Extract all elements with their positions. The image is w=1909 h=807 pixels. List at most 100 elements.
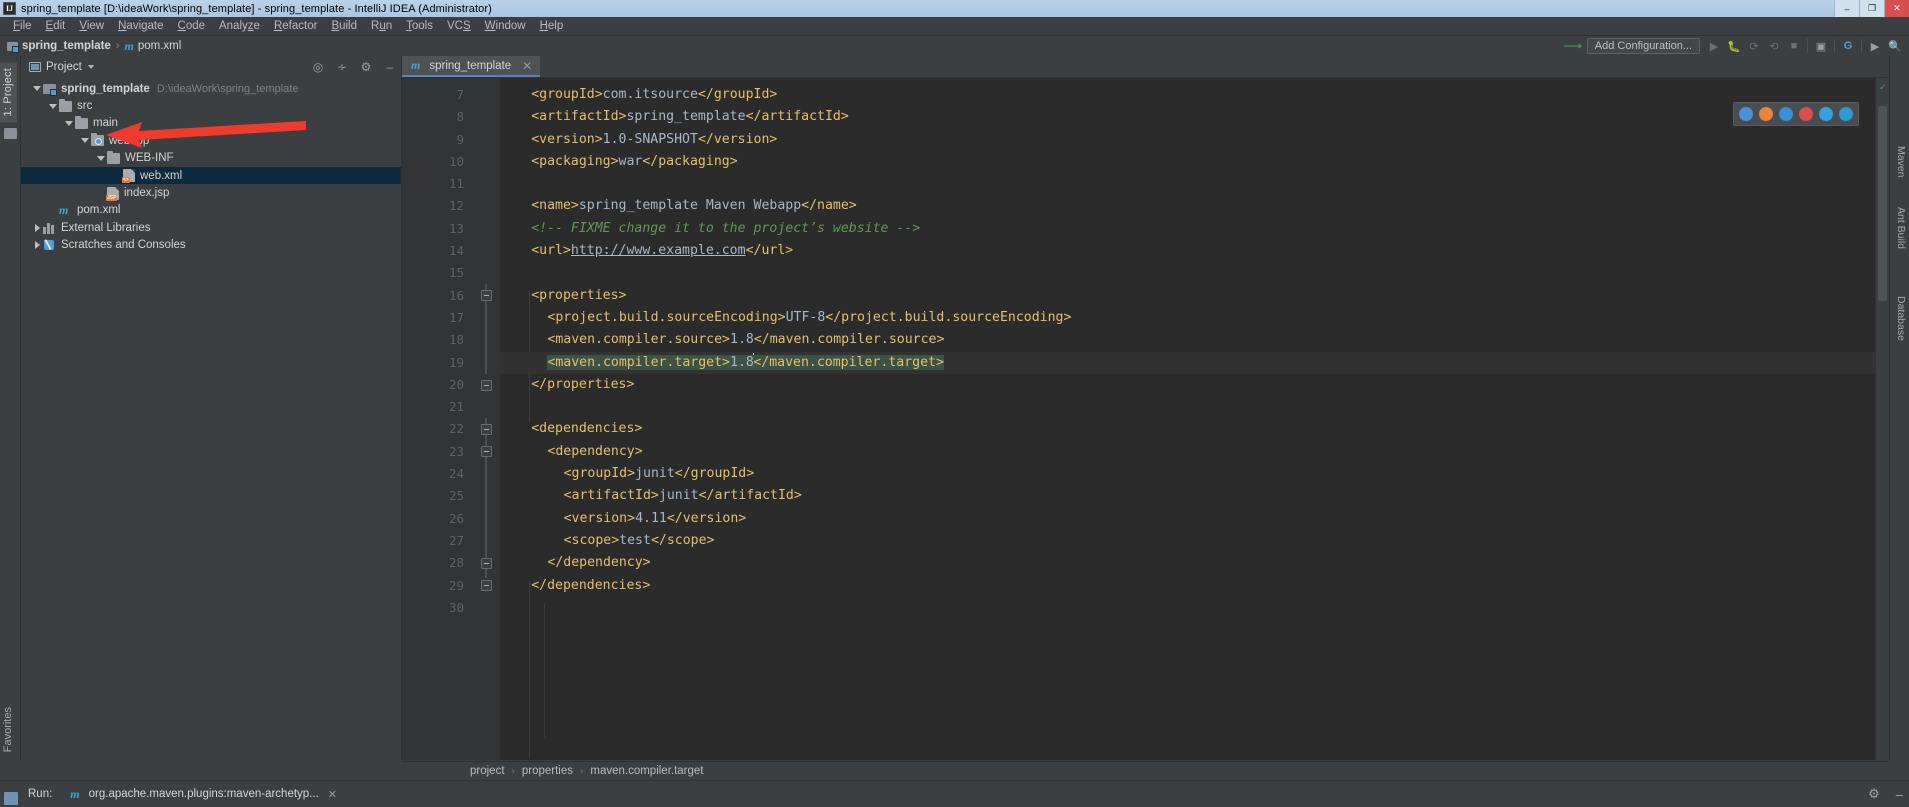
tree-item-index-jsp[interactable]: JSP index.jsp xyxy=(21,184,401,201)
ie-icon[interactable] xyxy=(1839,107,1853,121)
breadcrumb-item[interactable]: maven.compiler.target xyxy=(590,765,703,777)
close-icon[interactable]: ✕ xyxy=(328,788,337,801)
tool-window-tab-maven[interactable]: Maven xyxy=(1895,146,1907,178)
code-line[interactable]: <maven.compiler.source>1.8</maven.compil… xyxy=(500,329,1875,351)
run-configuration-selector[interactable]: Add Configuration... xyxy=(1586,38,1700,54)
search-everywhere-icon[interactable]: 🔍 xyxy=(1885,37,1905,55)
tree-item-webapp[interactable]: webapp xyxy=(21,132,401,149)
code-line[interactable]: <artifactId>spring_template</artifactId> xyxy=(500,106,1875,128)
structure-icon[interactable] xyxy=(4,128,17,139)
fold-end-icon[interactable] xyxy=(480,580,492,592)
tree-item-spring-template[interactable]: spring_template D:\ideaWork\spring_templa… xyxy=(21,80,401,97)
fold-collapse-icon[interactable] xyxy=(480,446,492,458)
close-button[interactable]: ✕ xyxy=(1884,0,1909,17)
settings-gear-icon[interactable]: ⚙ xyxy=(359,60,373,74)
tree-item-main[interactable]: main xyxy=(21,115,401,132)
code-line[interactable]: <version>1.0-SNAPSHOT</version> xyxy=(500,129,1875,151)
collapse-all-icon[interactable]: ∻ xyxy=(335,60,349,74)
code-line[interactable]: <scope>test</scope> xyxy=(500,530,1875,552)
menu-item-code[interactable]: Code xyxy=(171,19,213,33)
code-line[interactable]: <properties> xyxy=(500,285,1875,307)
code-content[interactable]: <groupId>com.itsource</groupId> <artifact… xyxy=(500,78,1875,760)
project-tree[interactable]: spring_template D:\ideaWork\spring_templa… xyxy=(21,78,401,760)
menu-item-file[interactable]: File xyxy=(6,19,39,33)
code-line[interactable]: </dependency> xyxy=(500,552,1875,574)
tree-item-scratches-and-consoles[interactable]: Scratches and Consoles xyxy=(21,237,401,254)
navbar-crumb-project[interactable]: spring_template xyxy=(7,40,111,53)
code-line[interactable]: </dependencies> xyxy=(500,575,1875,597)
tool-window-tab-ant-build[interactable]: Ant Build xyxy=(1895,207,1907,249)
edge-legacy-icon[interactable] xyxy=(1779,107,1793,121)
chevron-down-icon[interactable] xyxy=(87,65,94,69)
expand-arrow-down-icon[interactable] xyxy=(31,86,43,92)
hide-panel-icon[interactable]: – xyxy=(383,60,397,74)
run-coverage-icon[interactable]: ⟳ xyxy=(1744,37,1764,55)
menu-item-navigate[interactable]: Navigate xyxy=(111,19,170,33)
menu-item-vcs[interactable]: VCS xyxy=(440,19,478,33)
menu-item-view[interactable]: View xyxy=(72,19,111,33)
menu-item-run[interactable]: Run xyxy=(364,19,399,33)
code-line[interactable]: <!-- FIXME change it to the project’s we… xyxy=(500,218,1875,240)
firefox-icon[interactable] xyxy=(1759,107,1773,121)
run-tool-window-icon[interactable] xyxy=(4,792,18,805)
profile-icon[interactable]: ⟲ xyxy=(1764,37,1784,55)
run-tab[interactable]: m org.apache.maven.plugins:maven-archety… xyxy=(70,787,337,802)
chrome-icon[interactable] xyxy=(1739,107,1753,121)
code-line[interactable]: <name>spring_template Maven Webapp</name… xyxy=(500,195,1875,217)
scrollbar-thumb[interactable] xyxy=(1878,106,1887,301)
editor-markup-scrollbar[interactable]: ✓ xyxy=(1875,78,1889,760)
tool-window-tab-favorites[interactable]: Favorites xyxy=(0,703,17,756)
code-line[interactable]: <artifactId>junit</artifactId> xyxy=(500,485,1875,507)
menu-item-analyze[interactable]: Analyze xyxy=(212,19,267,33)
code-line[interactable]: <dependencies> xyxy=(500,418,1875,440)
tree-item-pom-xml[interactable]: m pom.xml xyxy=(21,202,401,219)
code-line[interactable]: <project.build.sourceEncoding>UTF-8</pro… xyxy=(500,307,1875,329)
code-line[interactable]: <maven.compiler.target>1.8</maven.compil… xyxy=(500,351,1875,374)
hide-icon[interactable]: – xyxy=(1896,787,1903,802)
code-line[interactable] xyxy=(500,262,1875,284)
maximize-button[interactable]: ❐ xyxy=(1859,0,1884,17)
tree-item-web-inf[interactable]: WEB-INF xyxy=(21,150,401,167)
expand-arrow-right-icon[interactable] xyxy=(31,223,43,232)
code-line[interactable]: <packaging>war</packaging> xyxy=(500,151,1875,173)
minimize-button[interactable]: – xyxy=(1834,0,1859,17)
tool-window-tab-database[interactable]: Database xyxy=(1895,296,1907,341)
fold-collapse-icon[interactable] xyxy=(480,424,492,436)
tree-item-external-libraries[interactable]: External Libraries xyxy=(21,219,401,236)
build-hammer-icon[interactable]: ⟶ xyxy=(1563,37,1583,55)
code-line[interactable]: <groupId>com.itsource</groupId> xyxy=(500,84,1875,106)
fold-end-icon[interactable] xyxy=(480,379,492,391)
breadcrumb-item[interactable]: properties xyxy=(522,765,573,777)
code-folding-gutter[interactable] xyxy=(472,78,500,760)
menu-item-tools[interactable]: Tools xyxy=(399,19,440,33)
breadcrumb-item[interactable]: project xyxy=(470,765,505,777)
run-icon[interactable]: ▶ xyxy=(1704,37,1724,55)
fold-toggle[interactable] xyxy=(472,374,500,396)
menu-item-edit[interactable]: Edit xyxy=(39,19,73,33)
fold-end-icon[interactable] xyxy=(480,557,492,569)
fold-collapse-icon[interactable] xyxy=(480,290,492,302)
close-icon[interactable]: ✕ xyxy=(522,59,532,73)
menu-item-refactor[interactable]: Refactor xyxy=(267,19,324,33)
expand-arrow-down-icon[interactable] xyxy=(47,103,59,109)
code-line[interactable]: <groupId>junit</groupId> xyxy=(500,463,1875,485)
tree-item-src[interactable]: src xyxy=(21,97,401,114)
menu-item-build[interactable]: Build xyxy=(324,19,364,33)
code-line[interactable]: <dependency> xyxy=(500,441,1875,463)
expand-arrow-right-icon[interactable] xyxy=(31,241,43,250)
build-project-icon[interactable]: ▣ xyxy=(1811,37,1831,55)
expand-arrow-down-icon[interactable] xyxy=(63,120,75,126)
settings-gear-icon[interactable]: ⚙ xyxy=(1868,786,1880,802)
browser-preview-popup[interactable] xyxy=(1733,102,1859,126)
navbar-crumb-file[interactable]: m pom.xml xyxy=(125,39,182,54)
target-icon[interactable]: ◎ xyxy=(311,60,325,74)
code-line[interactable] xyxy=(500,597,1875,619)
terminal-icon[interactable]: ▶ xyxy=(1865,37,1885,55)
stop-icon[interactable]: ■ xyxy=(1784,37,1804,55)
menu-item-window[interactable]: Window xyxy=(478,19,533,33)
opera-icon[interactable] xyxy=(1799,107,1813,121)
code-line[interactable]: <url>http://www.example.com</url> xyxy=(500,240,1875,262)
expand-arrow-down-icon[interactable] xyxy=(95,155,107,161)
edge-icon[interactable] xyxy=(1819,107,1833,121)
tree-item-web-xml[interactable]: <> web.xml xyxy=(21,166,401,185)
